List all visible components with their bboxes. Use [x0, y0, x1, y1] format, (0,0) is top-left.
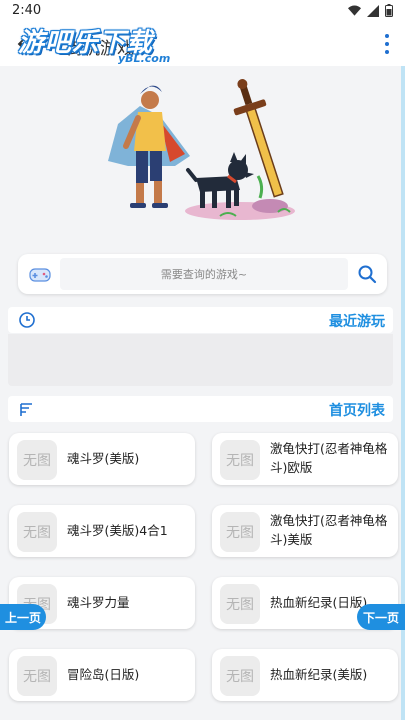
game-name: 热血新纪录(美版) — [270, 666, 368, 682]
gamepad-icon[interactable] — [28, 263, 52, 285]
game-card[interactable]: 无图 冒险岛(日版) — [9, 649, 195, 701]
recent-section-header: 最近游玩 — [8, 307, 393, 333]
game-card[interactable]: 无图 激龟快打(忍者神龟格斗)欧版 — [212, 433, 398, 485]
hero-illustration — [108, 79, 295, 220]
game-thumbnail: 无图 — [17, 440, 57, 480]
status-time: 2:40 — [12, 3, 42, 18]
game-thumbnail: 无图 — [220, 512, 260, 552]
search-input[interactable] — [60, 258, 348, 290]
game-name: 激龟快打(忍者神龟格斗)欧版 — [270, 441, 388, 475]
game-name: 魂斗罗(美版)4合1 — [67, 522, 168, 538]
status-bar: 2:40 — [0, 0, 405, 22]
status-icons — [348, 4, 393, 17]
signal-icon — [367, 4, 379, 17]
watermark-url: yBL.com — [118, 52, 171, 65]
battery-icon — [385, 4, 393, 17]
prev-page-button[interactable]: 上一页 — [0, 604, 46, 630]
list-icon — [20, 403, 32, 416]
recent-title[interactable]: 最近游玩 — [329, 311, 385, 331]
game-thumbnail: 无图 — [220, 656, 260, 696]
game-name: 冒险岛(日版) — [67, 666, 140, 682]
game-card[interactable]: 无图 魂斗罗(美版)4合1 — [9, 505, 195, 557]
more-vertical-icon[interactable] — [383, 34, 391, 54]
clock-icon — [19, 312, 35, 328]
recent-list — [8, 334, 393, 386]
game-thumbnail: 无图 — [17, 656, 57, 696]
search-bar — [18, 254, 387, 294]
next-page-button[interactable]: 下一页 — [357, 604, 405, 630]
game-thumbnail: 无图 — [17, 512, 57, 552]
game-card[interactable]: 无图 热血新纪录(美版) — [212, 649, 398, 701]
home-list-title[interactable]: 首页列表 — [329, 400, 385, 420]
wifi-icon — [348, 5, 361, 16]
game-card[interactable]: 无图 魂斗罗(美版) — [9, 433, 195, 485]
game-name: 魂斗罗力量 — [67, 594, 130, 610]
game-name: 魂斗罗(美版) — [67, 450, 140, 466]
game-name: 激龟快打(忍者神龟格斗)美版 — [270, 513, 388, 547]
home-list-header: 首页列表 — [8, 396, 393, 422]
game-thumbnail: 无图 — [220, 584, 260, 624]
game-card[interactable]: 无图 激龟快打(忍者神龟格斗)美版 — [212, 505, 398, 557]
game-thumbnail: 无图 — [220, 440, 260, 480]
search-icon[interactable] — [357, 264, 377, 284]
app-bar: 街机游戏 游吧乐下载 yBL.com — [0, 22, 405, 66]
